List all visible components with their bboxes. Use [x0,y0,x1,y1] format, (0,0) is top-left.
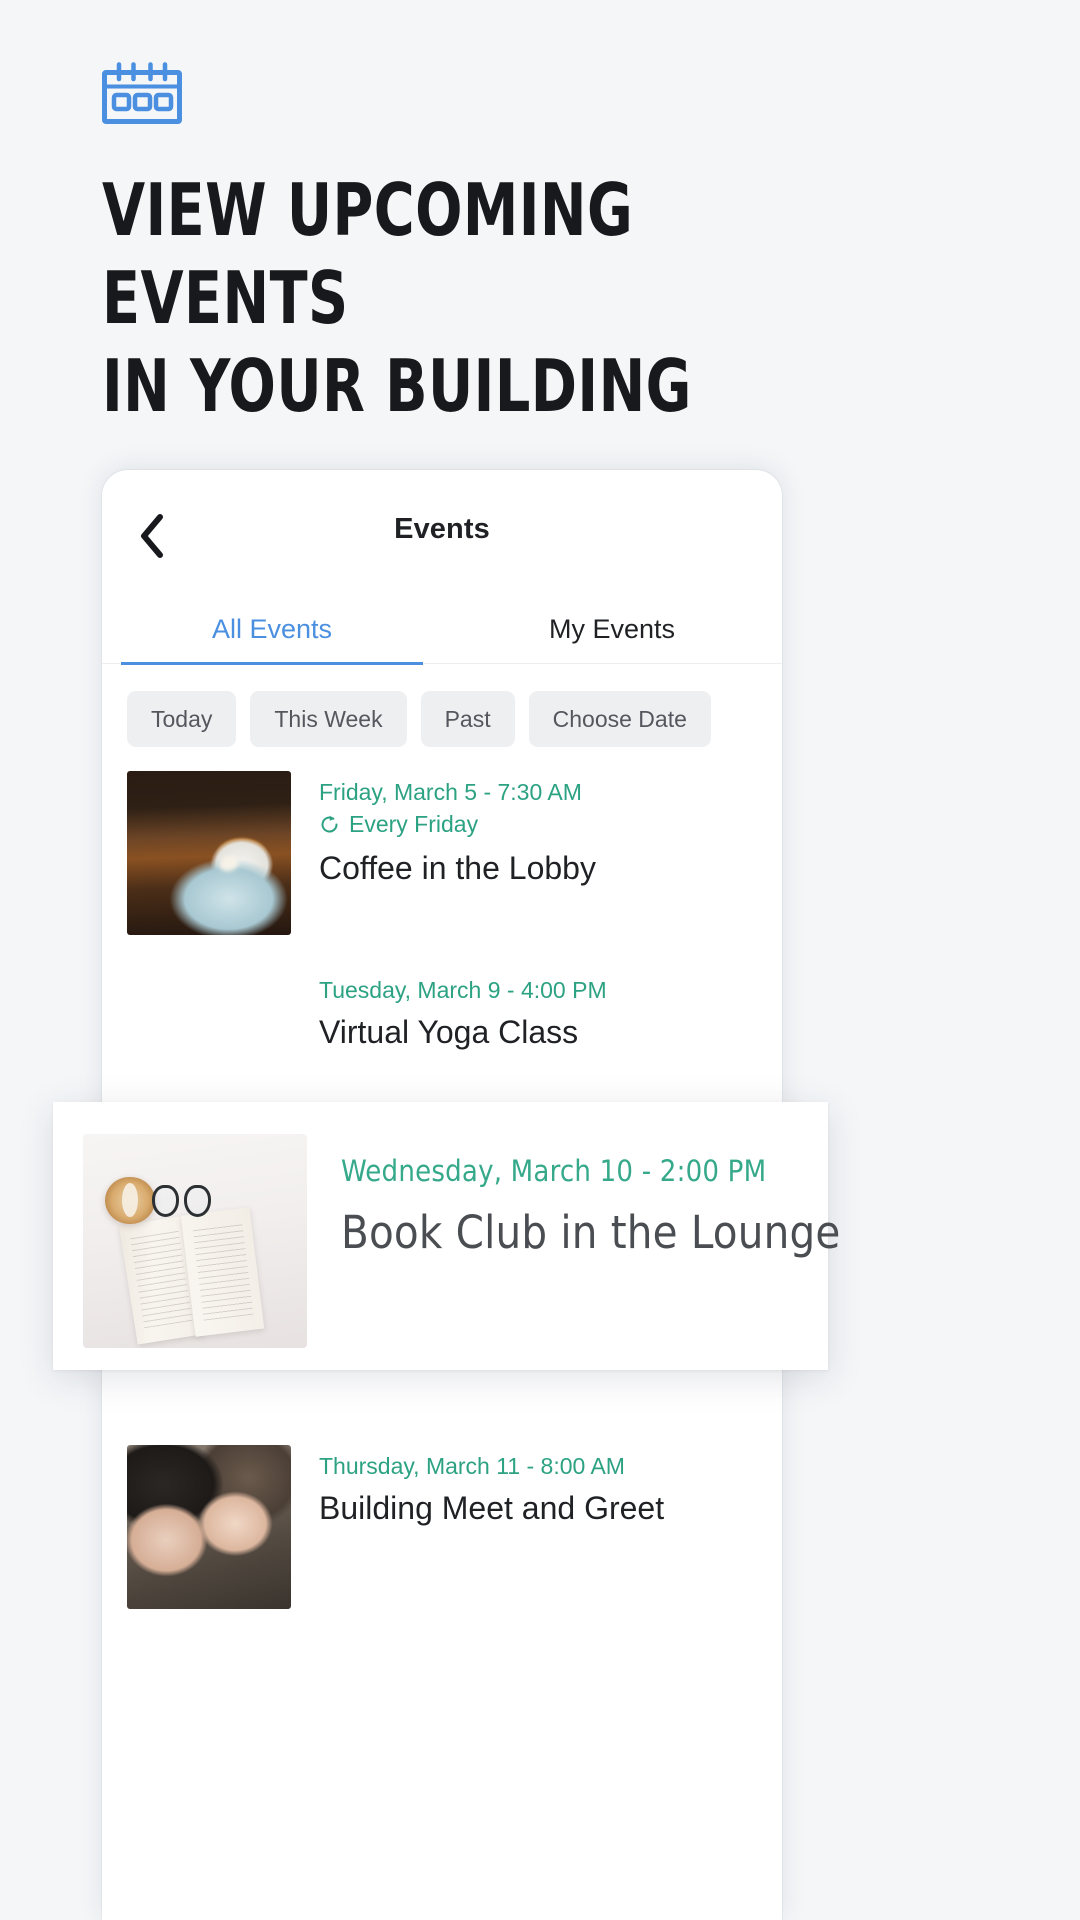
event-recurrence-label: Every Friday [349,811,479,837]
list-item[interactable]: Friday, March 5 - 7:30 AM Every Friday C… [127,771,757,935]
people-smiling-photo [127,1445,291,1609]
event-date: Thursday, March 11 - 8:00 AM [319,1453,625,1479]
tab-all-events-label: All Events [211,614,333,644]
tab-bar: All Events My Events [102,600,782,665]
page-title: VIEW UPCOMING EVENTS IN YOUR BUILDING [102,168,692,428]
event-date: Tuesday, March 9 - 4:00 PM [319,977,607,1003]
highlighted-event-card[interactable]: Wednesday, March 10 - 2:00 PM Book Club … [53,1102,840,1370]
event-title: Building Meet and Greet [319,1490,665,1526]
open-book-latte-glasses-photo [83,1134,307,1348]
event-date: Friday, March 5 - 7:30 AM [319,779,582,805]
event-recurrence: Every Friday [319,807,757,841]
calendar-icon [102,62,962,124]
filter-chip-row: Today This Week Past Choose Date [102,664,782,747]
repeat-icon [319,814,340,835]
highlighted-event-date: Wednesday, March 10 - 2:00 PM [341,1154,767,1188]
app-bar: Events [102,508,782,608]
app-bar-title: Events [394,513,490,545]
tab-all-events[interactable]: All Events [102,600,442,665]
highlighted-event-title: Book Club in the Lounge [341,1206,841,1259]
filter-chip-this-week[interactable]: This Week [250,691,407,747]
hero-section: VIEW UPCOMING EVENTS IN YOUR BUILDING [102,62,962,430]
filter-chip-past[interactable]: Past [420,691,515,747]
filter-chip-today[interactable]: Today [127,691,237,747]
list-item[interactable]: Thursday, March 11 - 8:00 AM Building Me… [127,1445,757,1609]
event-title: Coffee in the Lobby [319,850,596,886]
filter-chip-choose-date[interactable]: Choose Date [528,691,711,747]
event-title: Virtual Yoga Class [319,1014,579,1050]
coffee-cup-photo [127,771,291,935]
tab-my-events[interactable]: My Events [442,600,782,663]
tab-my-events-label: My Events [548,614,676,644]
